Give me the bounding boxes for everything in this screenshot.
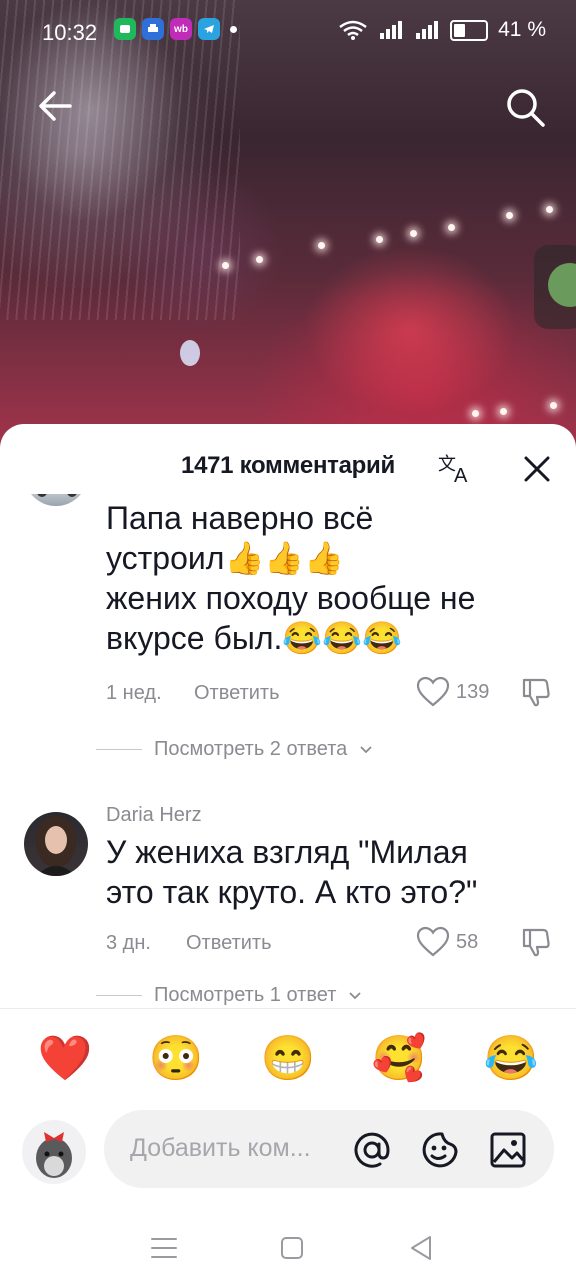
view-replies-label: Посмотреть 1 ответ — [154, 984, 337, 1006]
wifi-icon — [339, 20, 367, 40]
sound-chip[interactable] — [534, 245, 576, 329]
comment-composer: Добавить ком... — [0, 1106, 576, 1196]
car-avatar-icon — [37, 494, 77, 497]
comment-line: устроил👍👍👍 — [106, 540, 344, 576]
like-count: 58 — [456, 930, 479, 953]
comment-item: Папа наверно всё устроил👍👍👍 жених походу… — [0, 494, 576, 784]
comments-sheet: 1471 комментарий 文 A Папа наверно всё ус… — [0, 424, 576, 1280]
dislike-icon[interactable] — [520, 926, 552, 958]
wb-app-icon: wb — [170, 18, 192, 40]
emoji-tears-of-joy-button[interactable]: 😂 — [476, 1024, 546, 1094]
stage-light — [448, 224, 455, 231]
stage-light — [506, 212, 513, 219]
stage-light — [546, 206, 553, 213]
image-icon[interactable] — [486, 1128, 530, 1172]
emoji-heart-button[interactable]: ❤️ — [30, 1024, 100, 1094]
translate-icon[interactable]: 文 A — [434, 448, 478, 488]
stage-light — [410, 230, 417, 237]
svg-text:A: A — [454, 465, 468, 487]
stage-light — [222, 262, 229, 269]
view-replies-label: Посмотреть 2 ответа — [154, 738, 348, 760]
like-count: 139 — [456, 680, 490, 703]
avatar[interactable] — [24, 494, 88, 506]
comment-author[interactable]: Daria Herz — [106, 804, 202, 827]
status-bar: 10:32 wb 41 % — [0, 0, 576, 64]
emoji-flushed-button[interactable]: 😳 — [141, 1024, 211, 1094]
comment-input[interactable]: Добавить ком... — [104, 1110, 554, 1188]
comment-item: Daria Herz У жениха взгляд "Милая это та… — [0, 804, 576, 1008]
stage-light — [472, 410, 479, 417]
notification-icons: wb — [114, 18, 237, 40]
battery-level — [454, 23, 466, 37]
comment-line: Папа наверно всё — [106, 500, 374, 536]
dog-avatar-icon — [36, 1132, 72, 1178]
my-avatar[interactable] — [22, 1120, 86, 1184]
status-right: 41 % — [338, 18, 546, 42]
composer-divider — [0, 1008, 576, 1009]
comment-line: жених походу вообще не — [106, 580, 476, 616]
like-button[interactable]: 139 — [416, 676, 489, 708]
comment-text: Папа наверно всё устроил👍👍👍 жених походу… — [106, 498, 556, 658]
heart-outline-icon — [416, 926, 450, 957]
stage-light — [318, 242, 325, 249]
avatar[interactable] — [24, 812, 88, 876]
wb-app-label: wb — [174, 23, 188, 35]
signal-icon — [380, 21, 403, 39]
signal-icon — [416, 21, 439, 39]
video-background[interactable]: 10:32 wb 41 % — [0, 0, 576, 460]
emoji-hearts-face-button[interactable]: 🥰 — [364, 1024, 434, 1094]
comment-age: 3 дн. — [106, 932, 151, 954]
chevron-down-icon — [360, 745, 372, 753]
reply-button[interactable]: Ответить — [186, 932, 272, 955]
more-notifications-dot — [230, 25, 237, 33]
stage-light — [376, 236, 383, 243]
view-replies-button[interactable]: Посмотреть 2 ответа — [96, 738, 373, 761]
divider-line — [96, 749, 142, 750]
menu-icon[interactable] — [144, 1228, 184, 1268]
telegram-icon — [198, 18, 220, 40]
comment-text: У жениха взгляд "Милая это так круто. А … — [106, 832, 556, 912]
comment-line: У жениха взгляд "Милая — [106, 834, 468, 870]
comment-count: 1471 комментарий — [181, 452, 395, 479]
system-nav-bar — [0, 1220, 576, 1280]
emoji-icon[interactable] — [418, 1128, 462, 1172]
close-icon[interactable] — [518, 450, 556, 488]
back-triangle-icon[interactable] — [402, 1228, 442, 1268]
arrow-left-icon[interactable] — [34, 84, 78, 128]
spotlight — [180, 340, 200, 366]
dislike-icon[interactable] — [520, 676, 552, 708]
home-square-icon[interactable] — [272, 1228, 312, 1268]
view-replies-button[interactable]: Посмотреть 1 ответ — [96, 984, 362, 1007]
stage-light — [256, 256, 263, 263]
stage-light — [500, 408, 507, 415]
divider-line — [96, 995, 142, 996]
printer-icon — [142, 18, 164, 40]
battery-icon — [450, 19, 489, 41]
like-button[interactable]: 58 — [416, 926, 478, 958]
quick-emoji-row: ❤️ 😳 😁 🥰 😂 — [0, 1024, 576, 1094]
android-messages-icon — [114, 18, 136, 40]
comment-line: это так круто. А кто это?" — [106, 874, 478, 910]
chevron-down-icon — [349, 991, 361, 999]
status-time: 10:32 — [42, 20, 98, 45]
search-icon[interactable] — [502, 84, 548, 130]
reply-button[interactable]: Ответить — [194, 682, 280, 705]
user-photo-icon — [36, 816, 76, 876]
battery-percent: 41 % — [498, 18, 546, 41]
comments-list[interactable]: Папа наверно всё устроил👍👍👍 жених походу… — [0, 494, 576, 1008]
comment-line: вкурсе был.😂😂😂 — [106, 620, 402, 656]
heart-outline-icon — [416, 676, 450, 707]
comment-input-placeholder: Добавить ком... — [130, 1134, 311, 1162]
sound-avatar-icon — [548, 263, 576, 307]
comment-age: 1 нед. — [106, 682, 162, 704]
stage-light — [550, 402, 557, 409]
emoji-grin-button[interactable]: 😁 — [253, 1024, 323, 1094]
at-sign-icon[interactable] — [350, 1128, 394, 1172]
